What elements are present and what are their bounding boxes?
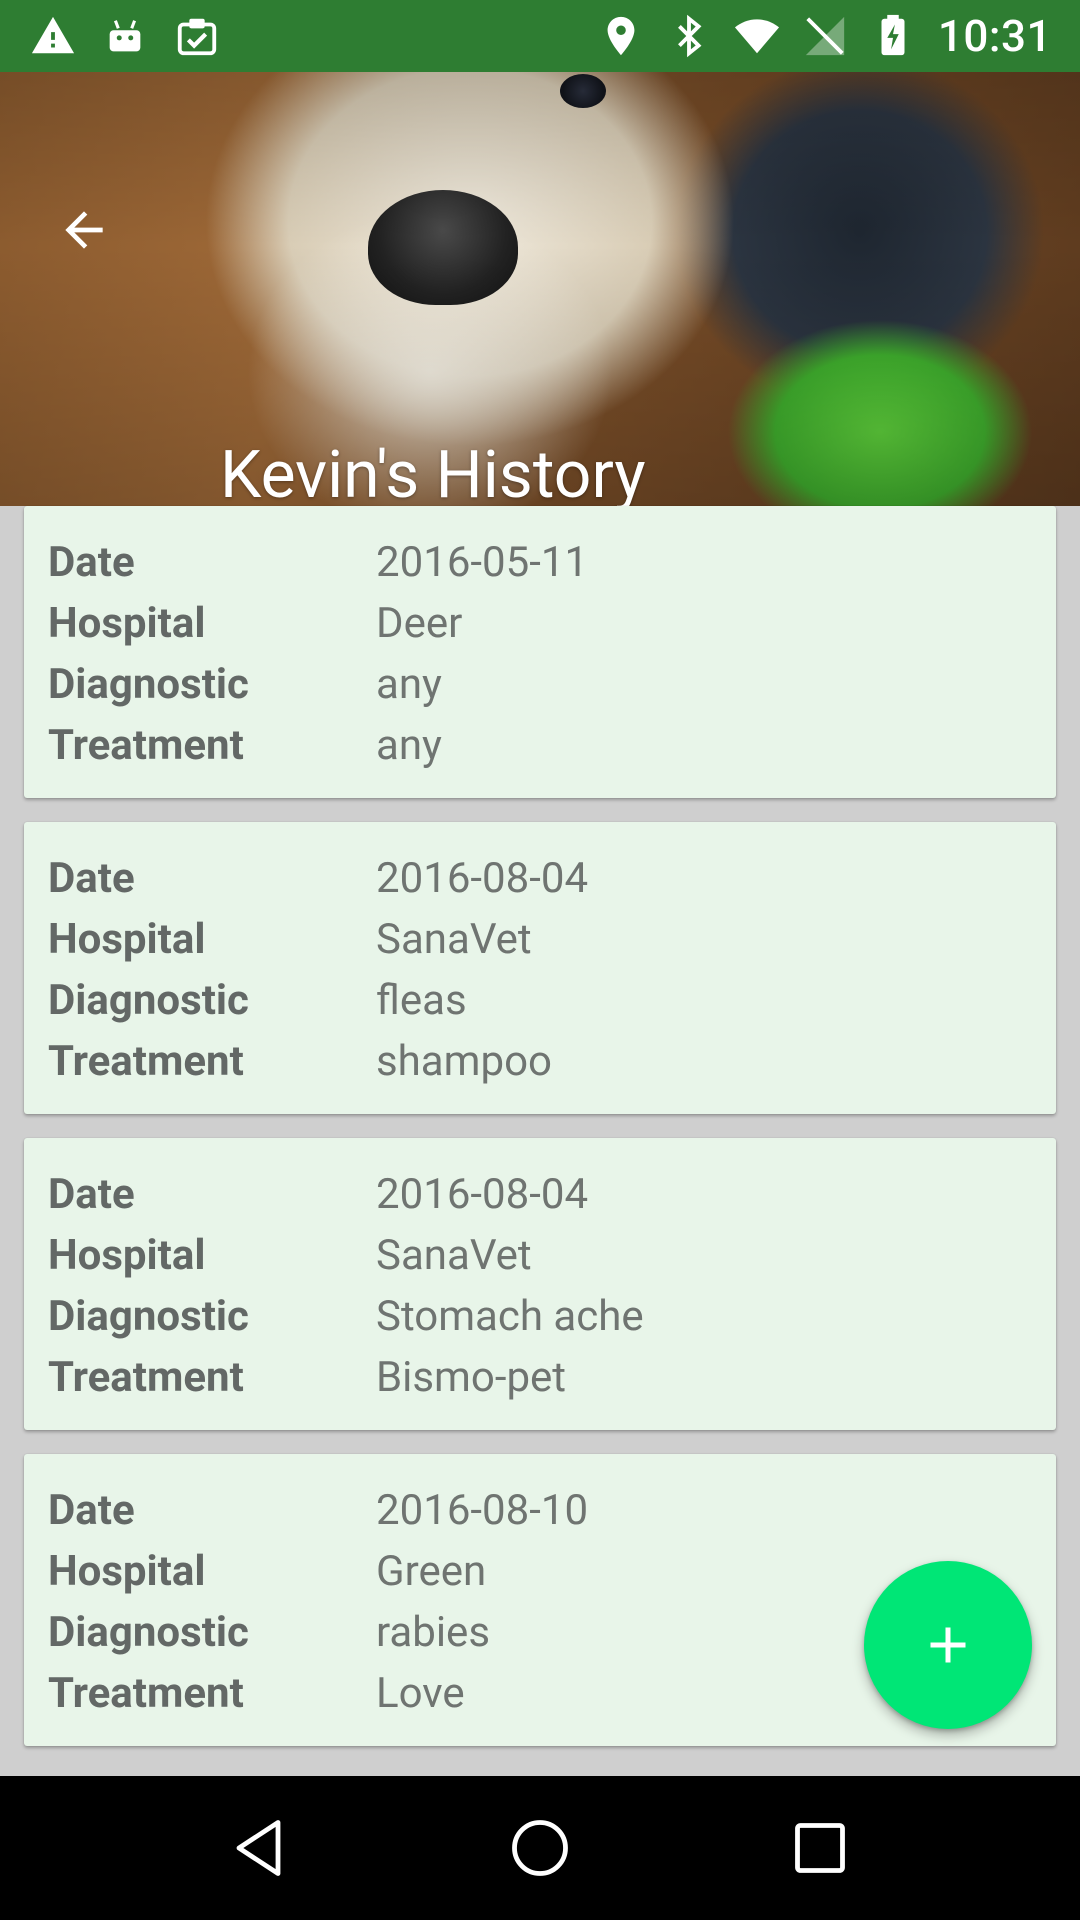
bluetooth-icon (677, 14, 702, 58)
diagnostic-value: fleas (376, 976, 467, 1025)
treatment-value: Love (376, 1669, 465, 1718)
no-signal-icon (805, 16, 845, 56)
diagnostic-label: Diagnostic (48, 1608, 249, 1657)
back-button[interactable] (48, 194, 120, 266)
hospital-value: Deer (376, 599, 463, 648)
hospital-label: Hospital (48, 1547, 206, 1596)
hospital-value: SanaVet (376, 915, 532, 964)
history-card[interactable]: Date 2016-05-11 Hospital Deer Diagnostic… (24, 506, 1056, 798)
diagnostic-row: Diagnostic Stomach ache (48, 1286, 1032, 1347)
diagnostic-row: Diagnostic any (48, 654, 1032, 715)
treatment-value: Bismo-pet (376, 1353, 567, 1402)
navigation-bar (0, 1776, 1080, 1920)
hospital-row: Hospital SanaVet (48, 909, 1032, 970)
clipboard-check-icon (177, 18, 217, 56)
hospital-label: Hospital (48, 599, 206, 648)
nav-recents-button[interactable] (772, 1800, 868, 1896)
date-row: Date 2016-08-04 (48, 1164, 1032, 1225)
home-circle-icon (512, 1820, 568, 1876)
diagnostic-label: Diagnostic (48, 976, 249, 1025)
treatment-label: Treatment (48, 1037, 244, 1086)
diagnostic-label: Diagnostic (48, 660, 249, 709)
page-title: Kevin's History (220, 437, 646, 506)
treatment-label: Treatment (48, 721, 244, 770)
treatment-value: any (376, 721, 442, 770)
status-left-icons (30, 13, 220, 59)
arrow-back-icon (65, 211, 103, 249)
diagnostic-value: any (376, 660, 442, 709)
treatment-row: Treatment any (48, 715, 1032, 776)
add-record-button[interactable] (864, 1561, 1032, 1729)
history-card[interactable]: Date 2016-08-04 Hospital SanaVet Diagnos… (24, 822, 1056, 1114)
recents-square-icon (795, 1823, 845, 1873)
status-right-icons: 10:31 (598, 10, 1052, 62)
treatment-label: Treatment (48, 1669, 244, 1718)
diagnostic-value: Stomach ache (376, 1292, 644, 1341)
hospital-label: Hospital (48, 1231, 206, 1280)
android-icon (109, 20, 141, 52)
nav-back-button[interactable] (212, 1800, 308, 1896)
hospital-row: Hospital SanaVet (48, 1225, 1032, 1286)
battery-charging-icon (881, 14, 905, 56)
history-card[interactable]: Date 2016-08-04 Hospital SanaVet Diagnos… (24, 1138, 1056, 1430)
treatment-row: Treatment shampoo (48, 1031, 1032, 1092)
plus-icon (930, 1627, 966, 1663)
screen: 10:31 Kevin's History Date 2016-05-11 Ho… (0, 0, 1080, 1920)
date-value: 2016-08-04 (376, 854, 589, 903)
nav-home-button[interactable] (492, 1800, 588, 1896)
treatment-row: Treatment Bismo-pet (48, 1347, 1032, 1408)
date-label: Date (48, 854, 135, 903)
header-photo: Kevin's History (0, 72, 1080, 506)
hospital-row: Hospital Deer (48, 593, 1032, 654)
date-value: 2016-08-10 (376, 1486, 589, 1535)
treatment-value: shampoo (376, 1037, 552, 1086)
wifi-icon (734, 19, 779, 54)
date-row: Date 2016-08-10 (48, 1480, 1032, 1541)
hospital-value: SanaVet (376, 1231, 532, 1280)
warning-icon (31, 16, 75, 54)
hospital-value: Green (376, 1547, 487, 1596)
diagnostic-label: Diagnostic (48, 1292, 249, 1341)
treatment-label: Treatment (48, 1353, 244, 1402)
date-label: Date (48, 1486, 135, 1535)
date-label: Date (48, 1170, 135, 1219)
location-icon (607, 16, 635, 56)
date-row: Date 2016-08-04 (48, 848, 1032, 909)
date-value: 2016-08-04 (376, 1170, 589, 1219)
date-label: Date (48, 538, 135, 587)
diagnostic-row: Diagnostic fleas (48, 970, 1032, 1031)
status-time: 10:31 (937, 10, 1052, 62)
hospital-label: Hospital (48, 915, 206, 964)
diagnostic-value: rabies (376, 1608, 491, 1657)
date-row: Date 2016-05-11 (48, 532, 1032, 593)
status-bar: 10:31 (0, 0, 1080, 72)
date-value: 2016-05-11 (376, 538, 589, 587)
back-triangle-icon (236, 1820, 281, 1876)
